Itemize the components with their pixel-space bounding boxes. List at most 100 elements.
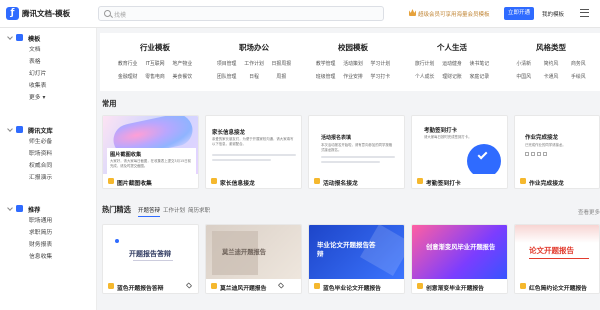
category-link[interactable]: 小清新 [510,60,537,67]
card-doc-lines [212,154,296,164]
card-thumbnail: 考勤签到打卡 请大家每日按时完成签到打卡。 [412,116,507,176]
search-input[interactable]: 找模 [98,6,384,21]
category-link[interactable]: 地产物业 [169,60,196,67]
dot-decoration [115,239,119,243]
sidebar-group-header[interactable]: 腾讯文库 [0,123,97,136]
category-link[interactable]: 卡通风 [537,73,564,80]
view-more-link[interactable]: 查看更多 [578,208,600,216]
category-link[interactable]: IT互联网 [141,60,168,67]
category-panel: 行业模板 教育行业 IT互联网 地产物业 金融理财 零售电商 美食餐饮 职场办公… [100,33,600,91]
chevron-down-icon [7,126,13,132]
category-title: 校园模板 [338,43,368,52]
card-label: 图片截图收集 [117,180,152,187]
category-link[interactable]: 项目管理 [213,60,240,67]
library-icon [16,126,23,133]
category-link[interactable]: 日程 [240,73,267,80]
my-templates-link[interactable]: 我的模板 [542,10,564,18]
category-link[interactable]: 金融理财 [114,73,141,80]
sidebar: 模板 文档 表格 幻灯片 收集表 更多 ▾ 腾讯文库 师生必备 职场资料 权威合… [0,28,97,310]
template-card[interactable]: 开题报告答辩 蓝色开题报告答辩 [102,224,199,294]
tab-resume[interactable]: 简历求职 [188,206,210,214]
template-card[interactable]: 论文开题报告 红色简约论文开题报告 [514,224,600,294]
card-footer: 蓝色开题报告答辩 [103,279,198,293]
template-card[interactable]: 创意渐变风毕业开题报告 创意渐变毕业开题报告 [411,224,508,294]
category-link[interactable]: 班级管理 [312,73,339,80]
category-link[interactable]: 教育行业 [114,60,141,67]
form-icon [417,178,423,184]
sidebar-item-work-docs[interactable]: 职场资料 [0,148,97,160]
divider [133,260,173,261]
sidebar-item-forms[interactable]: 收集表 [0,80,97,92]
category-link[interactable]: 学习打卡 [367,73,394,80]
template-card[interactable]: 作业完成接龙 已完成作业的同学请接龙。 作业完成接龙 [514,115,600,189]
card-slide-title: 毕业论文开题报告答辩 [317,241,376,258]
card-label: 蓝色开题报告答辩 [117,285,164,292]
card-slide-title: 创意渐变风毕业开题报告 [426,244,496,251]
category-link[interactable]: 手绘风 [565,73,592,80]
category-link[interactable]: 团队管理 [213,73,240,80]
sidebar-group-header[interactable]: 推荐 [0,202,97,215]
category-link[interactable]: 作业安排 [339,73,366,80]
category-link[interactable]: 工作计划 [240,60,267,67]
sidebar-group-header[interactable]: 模板 [0,31,97,44]
card-label: 活动报名接龙 [323,180,358,187]
sidebar-item-docs[interactable]: 文档 [0,44,97,56]
template-icon [16,34,23,41]
slides-icon [211,283,217,289]
card-footer: 红色简约论文开题报告 [515,279,599,293]
category-link[interactable]: 中国风 [510,73,537,80]
chevron-down-icon [7,205,13,211]
sidebar-item-finance[interactable]: 财务报表 [0,239,97,251]
category-link[interactable]: 周报 [268,73,295,80]
category-link[interactable]: 教学管理 [312,60,339,67]
card-thumbnail: 作业完成接龙 已完成作业的同学请接龙。 [515,116,599,176]
card-thumbnail: 创意渐变风毕业开题报告 [412,225,507,281]
template-card[interactable]: 家长信息接龙 亲爱的家长朋友们，为便于开展家校沟通，请大家填写以下信息，谢谢配合… [205,115,302,189]
category-link[interactable]: 商务风 [565,60,592,67]
category-link[interactable]: 读书笔记 [466,60,493,67]
category-link[interactable]: 简约风 [537,60,564,67]
card-doc-body: 已完成作业的同学请接龙。 [525,143,566,147]
template-card[interactable]: 考勤签到打卡 请大家每日按时完成签到打卡。 考勤签到打卡 [411,115,508,189]
sidebar-item-general[interactable]: 职场通用 [0,215,97,227]
tab-proposal-defense[interactable]: 开题答辩 [138,206,161,217]
sidebar-item-more[interactable]: 更多 ▾ [0,92,97,104]
sidebar-item-resume[interactable]: 求职简历 [0,227,97,239]
form-icon [314,178,320,184]
category-personal: 个人生活 旅行计划 运动健身 读书笔记 个人成长 理财记账 家庭记录 [411,42,493,80]
category-link[interactable]: 活动策划 [339,60,366,67]
sidebar-item-presentations[interactable]: 汇报演示 [0,172,97,184]
card-thumbnail: 毕业论文开题报告答辩 [309,225,404,281]
app-logo-icon[interactable]: ƒ [6,7,19,20]
category-industry: 行业模板 教育行业 IT互联网 地产物业 金融理财 零售电商 美食餐饮 [114,42,196,80]
card-label: 考勤签到打卡 [426,180,461,187]
category-link[interactable]: 理财记账 [438,73,465,80]
category-link[interactable]: 日报周报 [268,60,295,67]
category-link[interactable]: 家庭记录 [466,73,493,80]
category-link[interactable]: 个人成长 [411,73,438,80]
sidebar-group-library: 腾讯文库 师生必备 职场资料 权威合同 汇报演示 [0,123,97,184]
category-link[interactable]: 运动健身 [438,60,465,67]
tab-work-plan[interactable]: 工作计划 [163,206,185,214]
template-card[interactable]: 图片截图收集 大家好，请大家每日截图，在收集表上提交3月15日前完成，请及时提交… [102,115,199,189]
category-link[interactable]: 美食餐饮 [169,73,196,80]
card-label: 创意渐变毕业开题报告 [426,285,484,292]
member-promo-link[interactable]: 超级会员可享用海量会员模板 [418,10,490,18]
sidebar-item-contracts[interactable]: 权威合同 [0,160,97,172]
template-card[interactable]: 活动报名表填 本次活动报名开始啦，请有意向参加的同学按格式接龙报名。 活动报名接… [308,115,405,189]
card-footer: 蓝色毕业论文开题报告 [309,279,404,293]
card-footer: 家长信息接龙 [206,174,301,188]
template-card[interactable]: 毕业论文开题报告答辩 蓝色毕业论文开题报告 [308,224,405,294]
sidebar-item-sheets[interactable]: 表格 [0,56,97,68]
category-link[interactable]: 零售电商 [141,73,168,80]
open-membership-button[interactable]: 立即开通 [504,7,534,20]
sidebar-item-teachers[interactable]: 师生必备 [0,136,97,148]
template-card[interactable]: 莫兰迪开题报告 莫兰迪风开题报告 [205,224,302,294]
card-thumbnail: 图片截图收集 大家好，请大家每日截图，在收集表上提交3月15日前完成，请及时提交… [103,116,198,176]
category-link[interactable]: 旅行计划 [411,60,438,67]
sidebar-item-slides[interactable]: 幻灯片 [0,68,97,80]
category-link[interactable]: 学习计划 [367,60,394,67]
sidebar-item-collection[interactable]: 信息收集 [0,251,97,263]
sidebar-group-label: 模板 [28,36,41,43]
hamburger-menu-icon[interactable] [580,9,589,17]
